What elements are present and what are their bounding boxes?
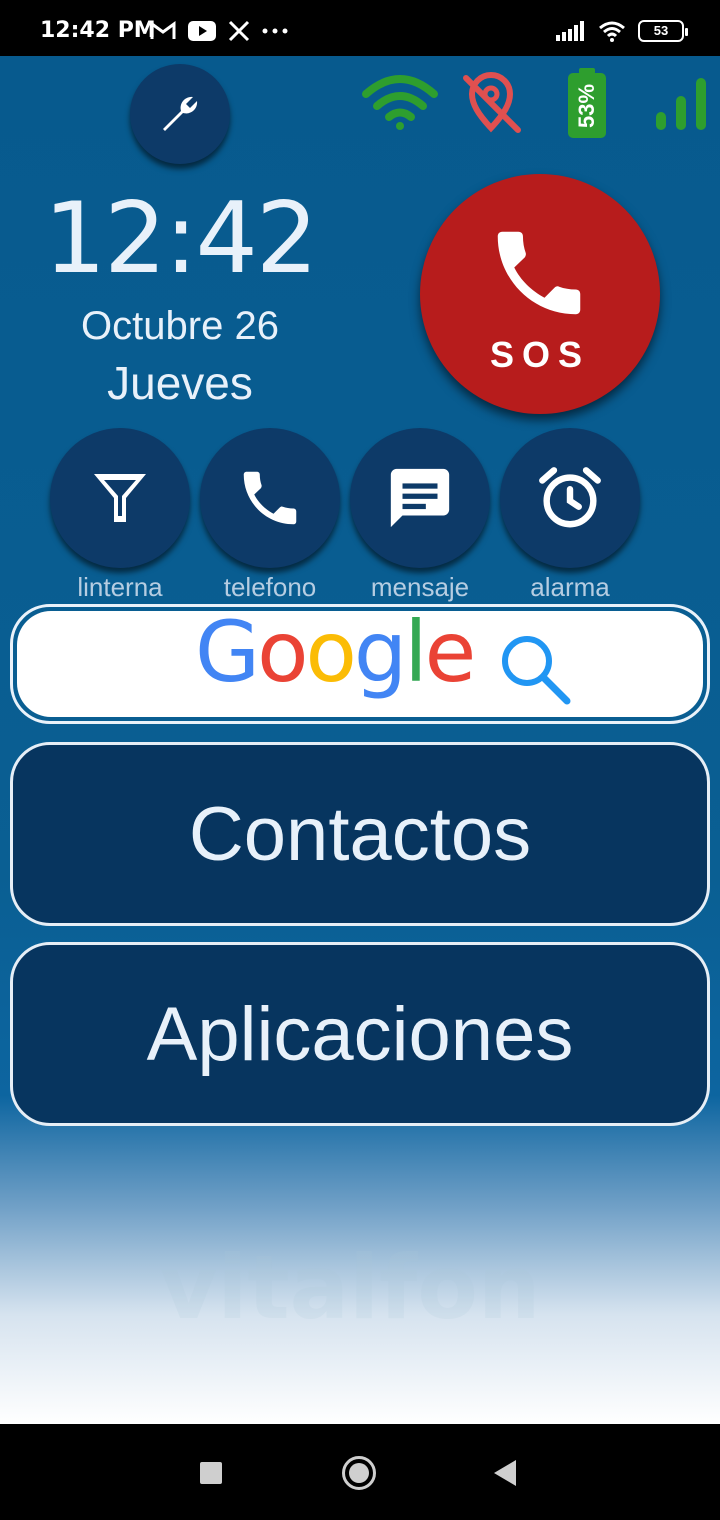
location-off-icon	[463, 72, 521, 133]
quick-action-circle[interactable]	[350, 428, 490, 568]
quick-action-label: linterna	[77, 572, 163, 602]
more-icon	[262, 28, 288, 34]
signal-indicator-icon	[656, 78, 706, 130]
launcher-screen: 53% 12:42 Octubre 26 Jueves SOS linterna	[0, 56, 720, 1424]
quick-action-telefono[interactable]: telefono	[200, 428, 340, 602]
brand-watermark: vitalfon	[160, 1236, 541, 1339]
clock-time: 12:42	[43, 182, 318, 296]
quick-action-alarma[interactable]: alarma	[500, 428, 640, 602]
status-time: 12:42 PM	[40, 18, 156, 43]
youtube-icon	[188, 21, 216, 41]
status-notification-icons	[150, 20, 288, 42]
sos-button[interactable]: SOS	[420, 174, 660, 414]
search-icon	[502, 636, 571, 705]
quick-action-label: mensaje	[370, 572, 470, 602]
quick-action-circle[interactable]	[500, 428, 640, 568]
recents-button[interactable]	[200, 1462, 222, 1484]
battery-indicator: 53%	[568, 68, 606, 138]
google-search-bar[interactable]: Google	[10, 603, 710, 724]
flashlight-icon	[94, 474, 146, 522]
wifi-icon	[599, 21, 625, 42]
quick-action-mensaje[interactable]: mensaje	[350, 428, 490, 602]
home-button[interactable]	[342, 1456, 376, 1490]
message-icon	[390, 468, 450, 528]
clock-weekday: Jueves	[107, 357, 253, 409]
wrench-icon	[163, 96, 198, 131]
sos-label: SOS	[489, 334, 591, 375]
navigation-bar	[0, 1424, 720, 1520]
phone-icon	[243, 471, 297, 525]
settings-button[interactable]	[130, 64, 230, 164]
wifi-indicator-icon	[362, 75, 438, 130]
apps-button[interactable]: Aplicaciones	[10, 942, 710, 1126]
quick-action-linterna[interactable]: linterna	[50, 428, 190, 602]
back-button[interactable]	[494, 1460, 516, 1486]
quick-action-circle[interactable]	[200, 428, 340, 568]
google-search-field[interactable]: Google	[17, 603, 703, 717]
battery-percent-label: 53%	[574, 83, 599, 129]
contacts-button[interactable]: Contactos	[10, 742, 710, 926]
signal-icon	[556, 21, 584, 41]
quick-action-label: telefono	[223, 572, 317, 602]
quick-action-label: alarma	[530, 572, 610, 602]
alarm-icon	[539, 467, 601, 528]
gmail-icon	[150, 21, 176, 39]
status-bar: 12:42 PM 53	[0, 0, 720, 56]
phone-icon	[497, 231, 581, 315]
clock-date: Octubre 26	[81, 304, 279, 348]
battery-icon: 53	[638, 20, 688, 42]
google-logo: Google	[195, 603, 476, 701]
status-system-icons: 53	[556, 20, 688, 42]
quick-action-circle[interactable]	[50, 428, 190, 568]
x-icon	[228, 20, 250, 42]
